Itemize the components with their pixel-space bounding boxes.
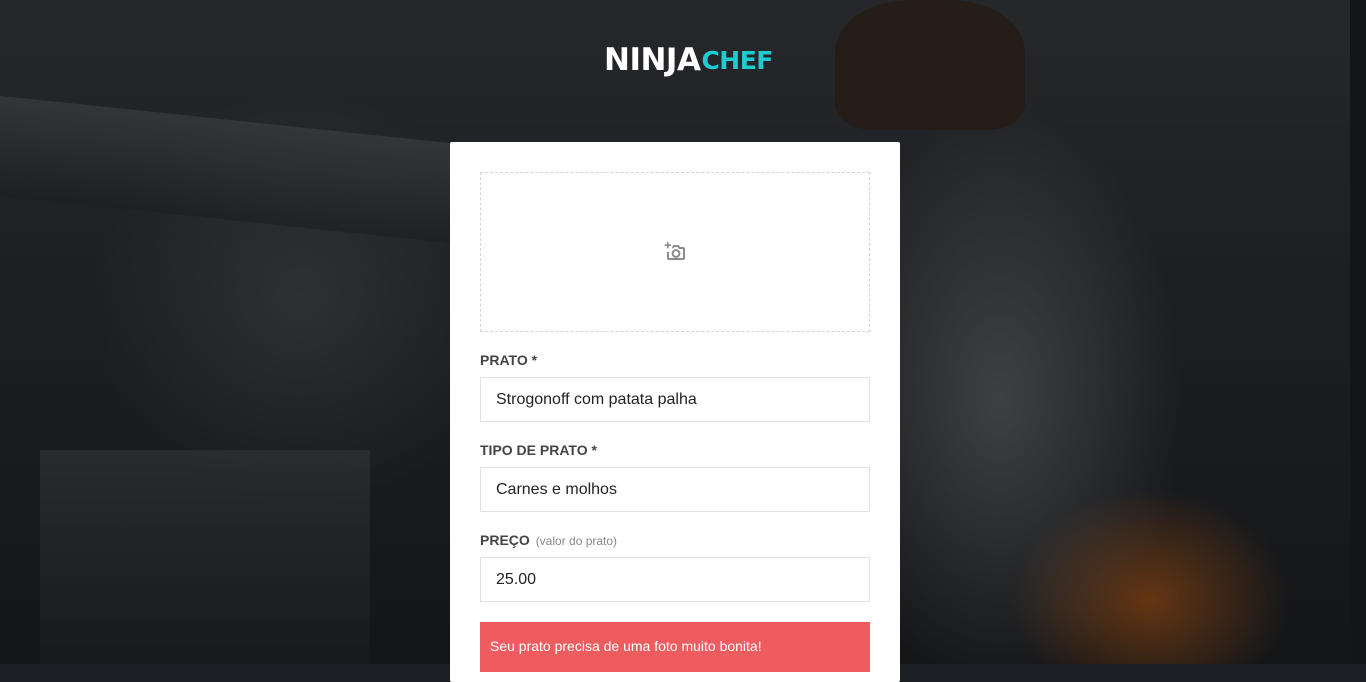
dish-type-label-text: TIPO DE PRATO *	[480, 442, 597, 458]
price-hint-text: (valor do prato)	[535, 534, 618, 548]
photo-upload-dropzone[interactable]	[480, 172, 870, 332]
alert-message: Seu prato precisa de uma foto muito boni…	[490, 638, 762, 654]
dish-name-input[interactable]	[481, 378, 869, 421]
price-field[interactable]	[480, 557, 870, 602]
dish-name-label: PRATO *	[480, 352, 537, 368]
photo-required-alert: Seu prato precisa de uma foto muito boni…	[480, 622, 870, 672]
dish-type-input[interactable]	[481, 468, 869, 511]
scrollbar-gutter	[1350, 0, 1366, 664]
dish-name-field[interactable]	[480, 377, 870, 422]
ninjachef-logo: NINJA CHEF	[604, 38, 773, 78]
price-label-text: PREÇO	[480, 532, 530, 548]
price-label: PREÇO (valor do prato)	[480, 532, 617, 548]
dish-type-field[interactable]	[480, 467, 870, 512]
dish-form-card: PRATO * TIPO DE PRATO * PREÇO (valor do …	[450, 142, 900, 682]
logo-ninja-text: NINJA	[604, 42, 701, 78]
logo-chef-text: CHEF	[701, 46, 773, 75]
dish-name-label-text: PRATO *	[480, 352, 538, 368]
add-photo-icon	[664, 242, 685, 260]
price-input[interactable]	[481, 558, 869, 601]
dish-type-label: TIPO DE PRATO *	[480, 442, 597, 458]
